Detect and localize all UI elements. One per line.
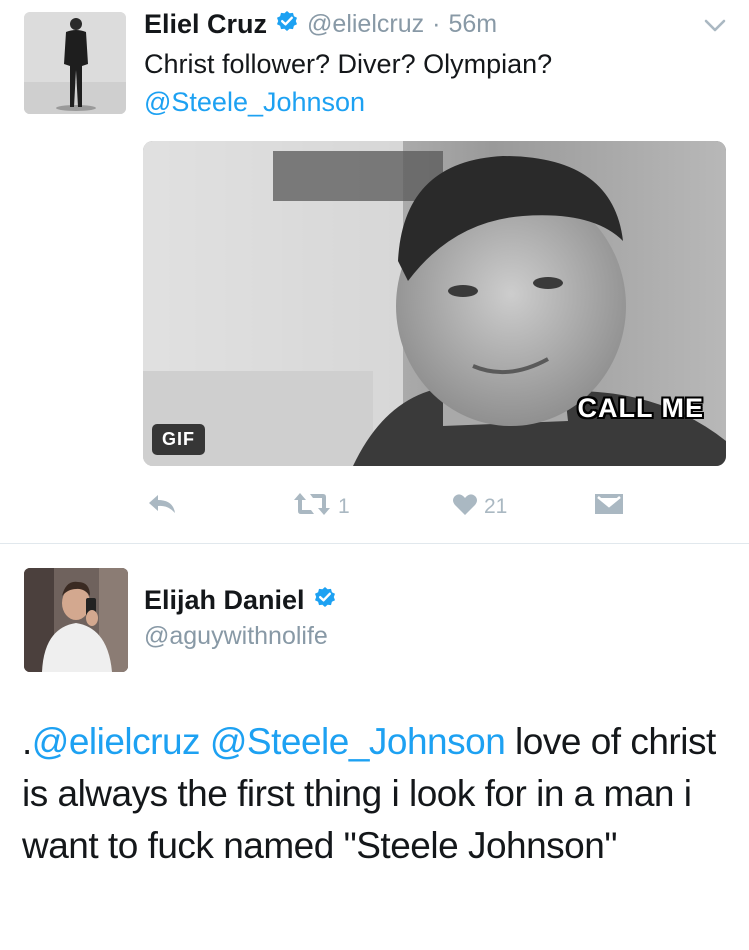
tweet2-author-name[interactable]: Elijah Daniel xyxy=(144,585,305,616)
like-count: 21 xyxy=(484,495,508,518)
tweet2-text: .@elielcruz @Steele_Johnson love of chri… xyxy=(22,716,732,872)
tweet2-handle[interactable]: @aguywithnolife xyxy=(144,622,328,651)
retweet-count: 1 xyxy=(338,495,350,518)
tweet1-separator: · xyxy=(432,9,441,38)
like-button[interactable]: 21 xyxy=(452,490,507,524)
tweet-divider xyxy=(0,543,749,544)
retweet-button[interactable]: 1 xyxy=(292,490,350,524)
tweet1-timestamp[interactable]: 56m xyxy=(448,10,497,39)
gif-media[interactable]: CALL ME GIF xyxy=(143,141,726,466)
tweet2-mention-elielcruz[interactable]: @elielcruz xyxy=(32,721,201,762)
gif-badge: GIF xyxy=(152,424,205,455)
heart-icon xyxy=(452,492,478,522)
tweet2-header: Elijah Daniel xyxy=(144,585,337,616)
direct-message-button[interactable] xyxy=(594,490,624,524)
tweet1-header: Eliel Cruz @elielcruz · 56m xyxy=(144,6,497,42)
reply-icon xyxy=(146,492,178,522)
avatar-eliel-cruz[interactable] xyxy=(24,12,126,114)
tweet2-mention-steele-johnson[interactable]: @Steele_Johnson xyxy=(210,721,506,762)
reply-button[interactable] xyxy=(146,490,178,524)
tweet1-text: Christ follower? Diver? Olympian? @Steel… xyxy=(144,45,724,121)
tweet1-handle[interactable]: @elielcruz xyxy=(307,10,424,39)
tweet1-mention-link[interactable]: @Steele_Johnson xyxy=(144,83,724,121)
retweet-icon xyxy=(292,491,332,523)
direct-message-icon xyxy=(594,492,624,522)
tweet2-text-prefix: . xyxy=(22,721,32,762)
verified-badge-icon xyxy=(313,586,337,615)
tweet1-author-name[interactable]: Eliel Cruz xyxy=(144,9,267,40)
gif-caption-text: CALL ME xyxy=(577,393,704,423)
chevron-down-icon[interactable] xyxy=(702,16,728,36)
tweet1-text-line: Christ follower? Diver? Olympian? xyxy=(144,49,553,79)
verified-badge-icon xyxy=(275,10,299,39)
avatar-elijah-daniel[interactable] xyxy=(24,568,128,672)
